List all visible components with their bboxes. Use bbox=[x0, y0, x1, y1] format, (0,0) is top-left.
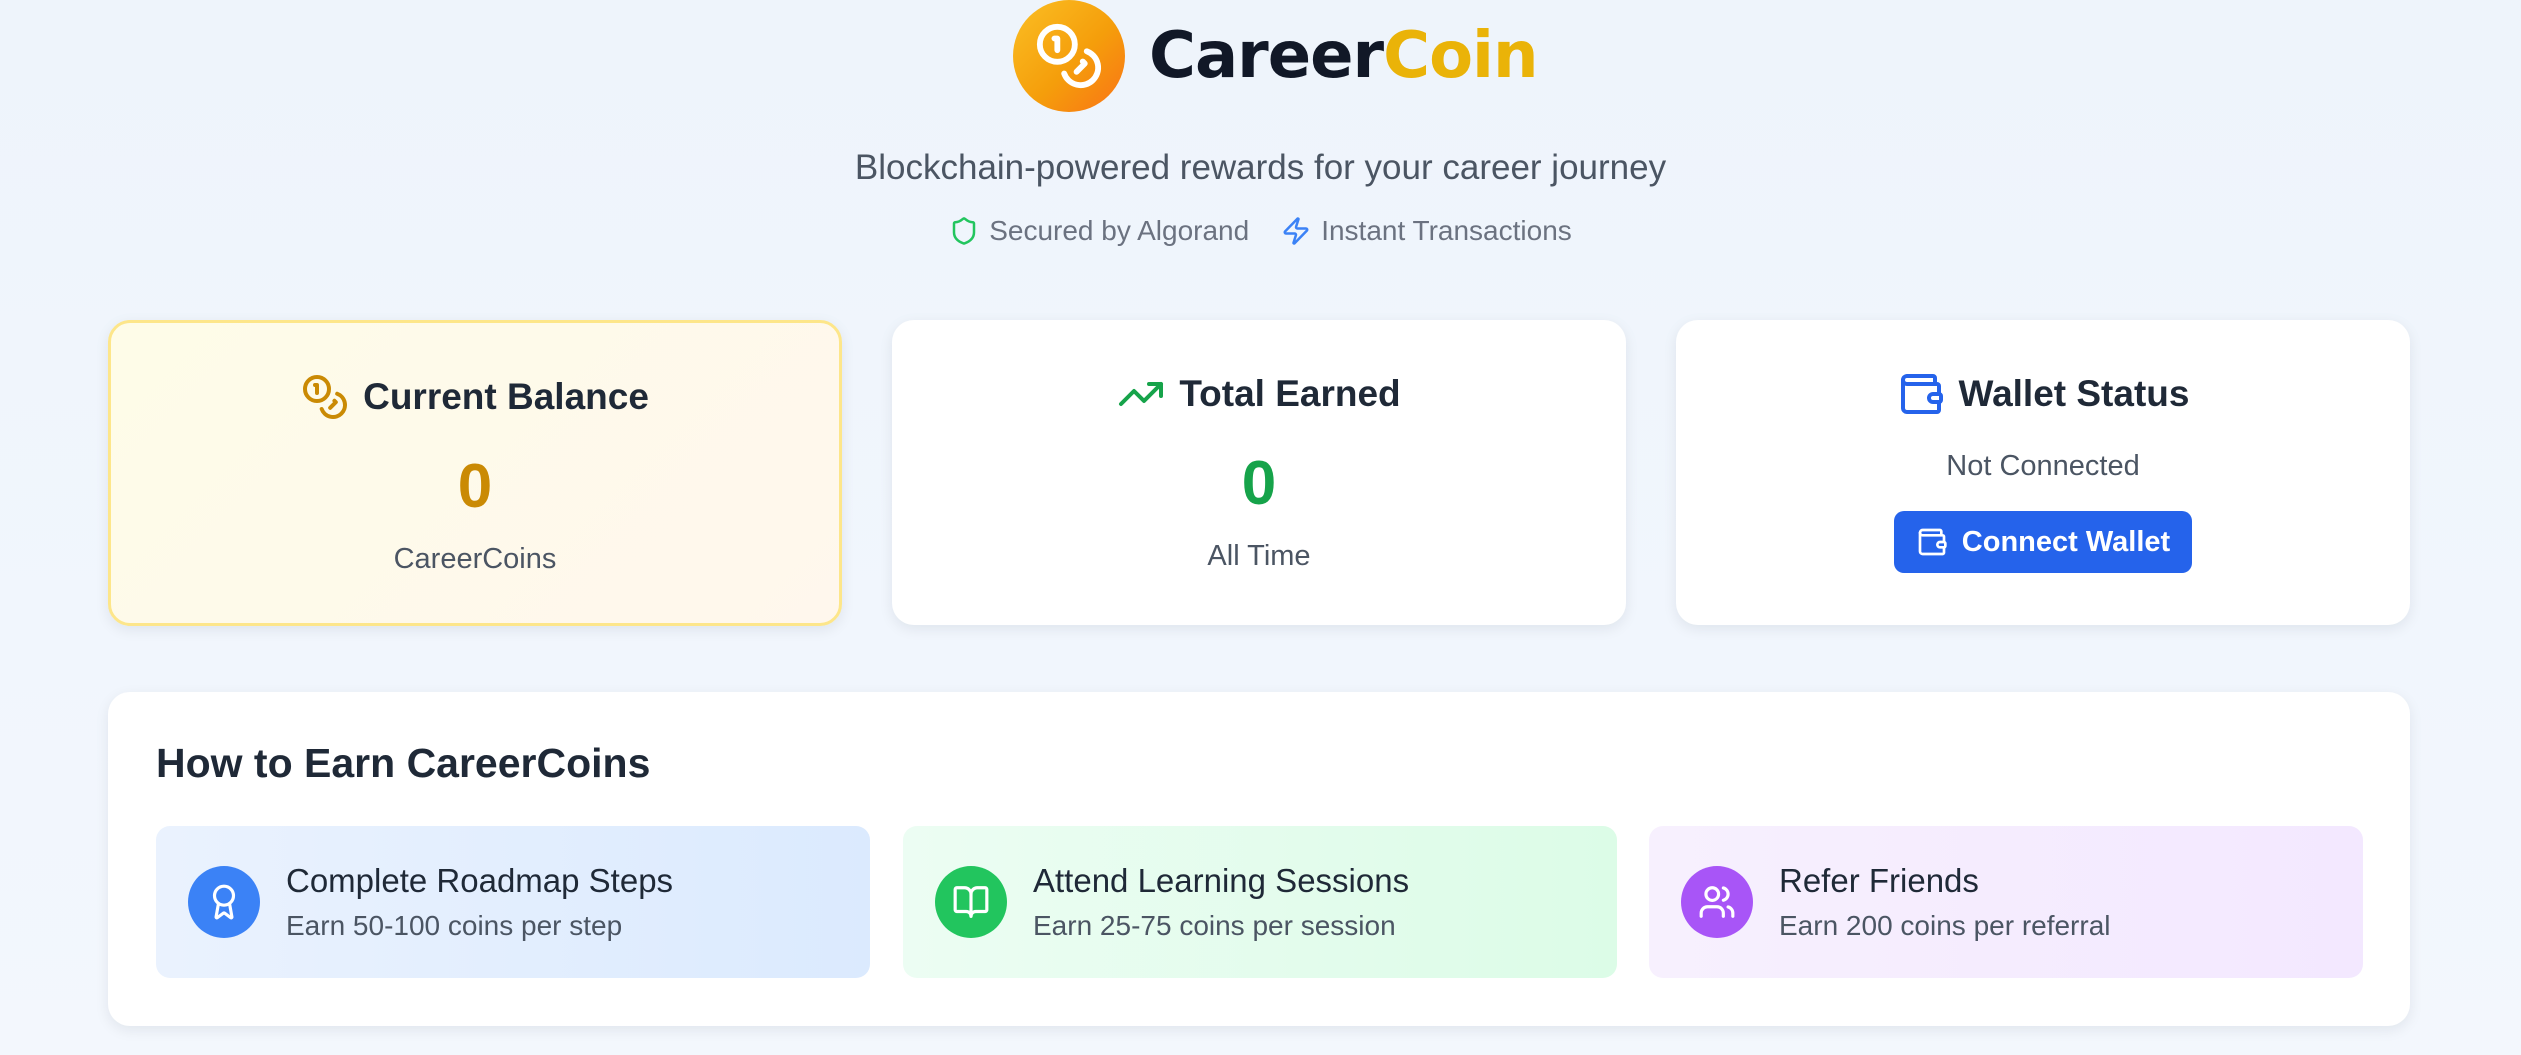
feature-secured: Secured by Algorand bbox=[949, 215, 1249, 247]
section-title: How to Earn CareerCoins bbox=[156, 740, 651, 786]
current-balance-card: Current Balance 0 CareerCoins bbox=[108, 320, 842, 626]
earn-text: Complete Roadmap Steps Earn 50-100 coins… bbox=[286, 862, 673, 942]
card-title: Total Earned bbox=[892, 370, 1626, 418]
feature-label: Instant Transactions bbox=[1321, 215, 1572, 246]
header: CareerCoin Blockchain-powered rewards fo… bbox=[0, 0, 2521, 290]
card-title: Wallet Status bbox=[1676, 370, 2410, 418]
earn-item-refer[interactable]: Refer Friends Earn 200 coins per referra… bbox=[1649, 826, 2363, 978]
brand-name-part1: Career bbox=[1149, 19, 1384, 93]
earn-item-title: Refer Friends bbox=[1779, 862, 1979, 899]
earn-item-description: Earn 200 coins per referral bbox=[1779, 910, 2111, 941]
book-open-icon bbox=[953, 886, 989, 918]
earn-text: Attend Learning Sessions Earn 25-75 coin… bbox=[1033, 862, 1409, 942]
card-title-label: Total Earned bbox=[1179, 373, 1401, 414]
award-icon bbox=[212, 884, 236, 920]
card-title: Current Balance bbox=[111, 373, 839, 421]
balance-value: 0 bbox=[457, 452, 493, 521]
wallet-icon bbox=[1918, 528, 1947, 556]
wallet-status-text: Not Connected bbox=[1946, 450, 2140, 482]
how-to-earn-panel: How to Earn CareerCoins Complete Roadmap… bbox=[108, 692, 2410, 1026]
earn-item-roadmap[interactable]: Complete Roadmap Steps Earn 50-100 coins… bbox=[156, 826, 870, 978]
coins-icon bbox=[1036, 23, 1102, 89]
trending-up-icon bbox=[1119, 382, 1164, 406]
earn-item-description: Earn 50-100 coins per step bbox=[286, 910, 623, 941]
earned-value: 0 bbox=[1241, 449, 1277, 518]
shield-icon bbox=[952, 217, 976, 245]
earn-item-title: Attend Learning Sessions bbox=[1033, 862, 1410, 899]
feature-instant: Instant Transactions bbox=[1281, 215, 1572, 247]
earn-icon-badge bbox=[935, 866, 1007, 938]
connect-wallet-button[interactable]: Connect Wallet bbox=[1894, 511, 2192, 573]
earn-icon-badge bbox=[1681, 866, 1753, 938]
connect-wallet-label: Connect Wallet bbox=[1961, 525, 2171, 558]
feature-label: Secured by Algorand bbox=[989, 215, 1250, 246]
lightning-icon bbox=[1283, 217, 1309, 245]
card-title-label: Current Balance bbox=[363, 376, 649, 417]
brand-name-part2: Coin bbox=[1383, 19, 1538, 93]
users-icon bbox=[1699, 886, 1735, 918]
card-title-label: Wallet Status bbox=[1958, 373, 2190, 414]
earn-item-description: Earn 25-75 coins per session bbox=[1033, 910, 1396, 941]
feature-list: Secured by Algorand Instant Transactions bbox=[0, 215, 2521, 247]
earn-icon-badge bbox=[188, 866, 260, 938]
earn-item-sessions[interactable]: Attend Learning Sessions Earn 25-75 coin… bbox=[903, 826, 1617, 978]
earn-item-title: Complete Roadmap Steps bbox=[286, 862, 674, 899]
earned-period: All Time bbox=[1207, 540, 1311, 572]
tagline: Blockchain-powered rewards for your care… bbox=[854, 148, 1667, 187]
wallet-status-card: Wallet Status Not Connected Connect Wall… bbox=[1676, 320, 2410, 625]
balance-unit: CareerCoins bbox=[393, 543, 557, 575]
total-earned-card: Total Earned 0 All Time bbox=[892, 320, 1626, 625]
wallet-icon bbox=[1900, 374, 1943, 414]
brand-name: CareerCoin bbox=[1149, 19, 1539, 93]
coins-icon bbox=[303, 375, 348, 419]
earn-text: Refer Friends Earn 200 coins per referra… bbox=[1779, 862, 2111, 942]
brand[interactable]: CareerCoin bbox=[1013, 0, 1539, 112]
brand-logo bbox=[1013, 0, 1125, 112]
